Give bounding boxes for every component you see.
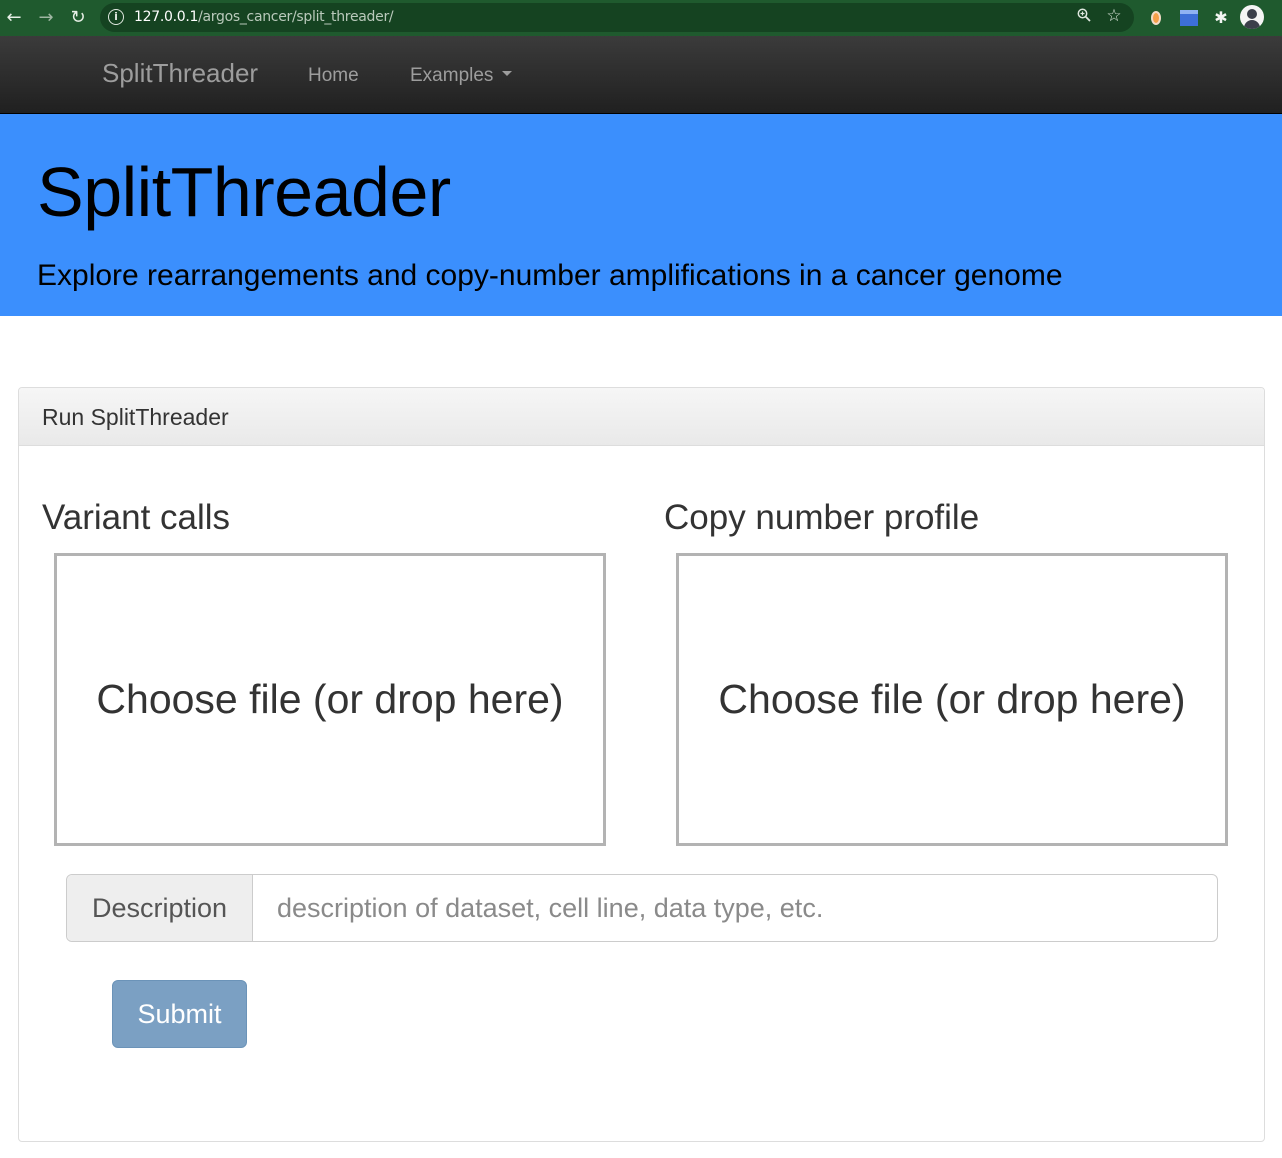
forward-arrow-icon[interactable]: →	[34, 6, 58, 30]
description-input[interactable]	[253, 875, 1217, 941]
panel-heading: Run SplitThreader	[19, 388, 1264, 446]
info-icon[interactable]: i	[108, 9, 124, 25]
page-title: SplitThreader	[37, 153, 451, 231]
puzzle-icon[interactable]: ✱	[1210, 7, 1232, 29]
url-text[interactable]: 127.0.0.1/argos_cancer/split_threader/	[134, 9, 394, 25]
nav-home-link[interactable]: Home	[308, 65, 359, 87]
nav-examples-label: Examples	[410, 65, 494, 86]
page-subtitle: Explore rearrangements and copy-number a…	[37, 259, 1063, 292]
variant-calls-dropzone[interactable]: Choose file (or drop here)	[54, 553, 606, 846]
extension-icon[interactable]	[1178, 7, 1200, 29]
profile-avatar-icon[interactable]	[1240, 5, 1264, 29]
browser-toolbar: ← → ↻ i 127.0.0.1/argos_cancer/split_thr…	[0, 0, 1282, 36]
top-navbar: SplitThreader Home Examples	[0, 36, 1282, 114]
jumbotron: SplitThreader Explore rearrangements and…	[0, 114, 1282, 316]
back-arrow-icon[interactable]: ←	[2, 6, 26, 30]
reload-icon[interactable]: ↻	[66, 6, 90, 30]
extension-icon[interactable]	[1145, 7, 1167, 29]
description-input-group: Description	[66, 874, 1218, 942]
variant-calls-title: Variant calls	[42, 498, 231, 537]
copy-number-dropzone-label: Choose file (or drop here)	[718, 676, 1186, 722]
run-panel: Run SplitThreader Variant calls Copy num…	[18, 387, 1265, 1142]
navbar-brand[interactable]: SplitThreader	[102, 58, 258, 89]
star-icon[interactable]: ☆	[1104, 6, 1124, 26]
nav-examples-dropdown[interactable]: Examples	[410, 65, 513, 87]
address-bar[interactable]: i 127.0.0.1/argos_cancer/split_threader/…	[100, 3, 1134, 32]
variant-calls-dropzone-label: Choose file (or drop here)	[96, 676, 564, 722]
copy-number-dropzone[interactable]: Choose file (or drop here)	[676, 553, 1228, 846]
description-label: Description	[67, 875, 253, 941]
copy-number-title: Copy number profile	[664, 498, 980, 537]
url-host: 127.0.0.1	[134, 9, 199, 25]
url-path: /argos_cancer/split_threader/	[198, 9, 394, 25]
submit-button[interactable]: Submit	[112, 980, 247, 1048]
zoom-icon[interactable]	[1074, 7, 1094, 27]
panel-title: Run SplitThreader	[42, 404, 229, 430]
caret-down-icon	[502, 71, 513, 77]
